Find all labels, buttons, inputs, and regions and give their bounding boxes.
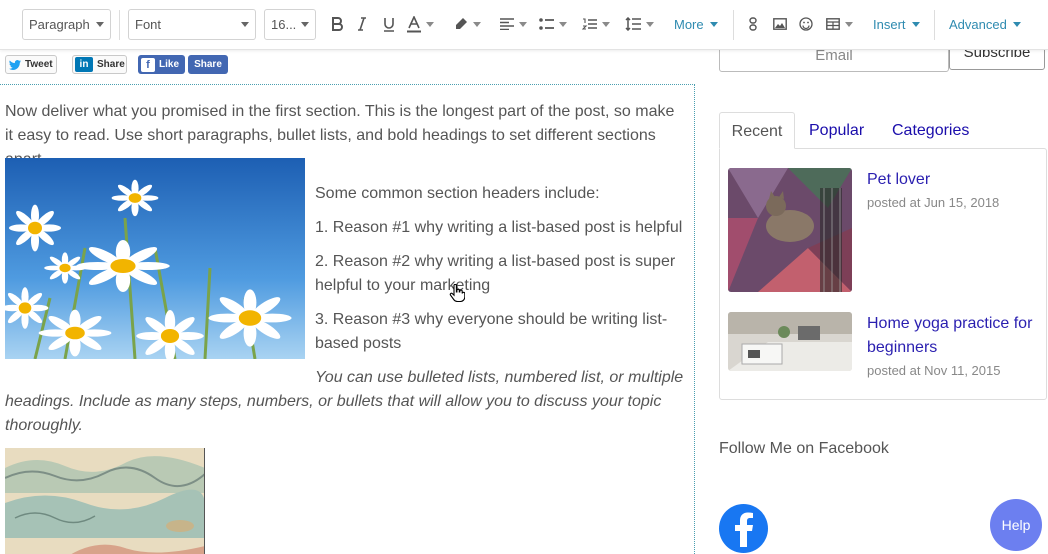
post-title-pet-lover[interactable]: Pet lover xyxy=(867,168,930,192)
chevron-down-icon xyxy=(911,21,920,27)
daisy-image[interactable] xyxy=(5,158,305,359)
chevron-down-icon xyxy=(845,21,853,27)
toolbar-divider xyxy=(733,10,734,40)
advanced-menu-button[interactable]: Advanced xyxy=(949,12,1021,36)
illustration-image[interactable] xyxy=(5,448,205,554)
chevron-down-icon xyxy=(473,21,481,27)
emoji-button[interactable] xyxy=(799,12,813,36)
hand-cursor-icon xyxy=(449,283,466,307)
italic-button[interactable] xyxy=(357,12,367,36)
line-height-icon xyxy=(625,17,641,31)
image-button[interactable] xyxy=(773,12,787,36)
font-size-select[interactable]: 16... xyxy=(264,9,316,40)
numbered-list-button[interactable] xyxy=(582,12,610,36)
toolbar-divider xyxy=(934,10,935,40)
facebook-like-label: Like xyxy=(159,59,180,70)
more-label: More xyxy=(674,16,704,32)
more-menu-button[interactable]: More xyxy=(674,12,718,36)
align-button[interactable] xyxy=(500,12,527,36)
post-thumbnail-pet-lover[interactable] xyxy=(728,168,852,292)
toolbar-divider xyxy=(119,10,120,40)
chevron-down-icon xyxy=(301,22,309,27)
insert-label: Insert xyxy=(873,16,906,32)
paragraph-select[interactable]: Paragraph xyxy=(22,9,111,40)
reason-1-item[interactable]: 1. Reason #1 why writing a list-based po… xyxy=(315,216,682,240)
reason-3-item[interactable]: 3. Reason #3 why everyone should be writ… xyxy=(315,308,685,356)
editor-toolbar: Paragraph Font 16... More Insert Advance… xyxy=(0,0,1048,50)
font-size-label: 16... xyxy=(271,17,297,32)
paragraph-select-label: Paragraph xyxy=(29,17,90,32)
tab-categories[interactable]: Categories xyxy=(892,112,969,149)
facebook-icon[interactable] xyxy=(719,504,768,553)
bold-icon xyxy=(332,17,343,31)
section-headers-intro[interactable]: Some common section headers include: xyxy=(315,182,600,206)
table-icon xyxy=(826,18,840,30)
chevron-down-icon xyxy=(646,21,654,27)
post-date: posted at Nov 11, 2015 xyxy=(867,363,1001,378)
italic-icon xyxy=(358,17,366,31)
underline-icon xyxy=(384,17,394,32)
bullet-list-button[interactable] xyxy=(539,12,567,36)
reason-2-item[interactable]: 2. Reason #2 why writing a list-based po… xyxy=(315,250,685,298)
chevron-down-icon xyxy=(1012,21,1021,27)
post-thumbnail-yoga[interactable] xyxy=(728,312,852,371)
advanced-label: Advanced xyxy=(949,16,1007,32)
facebook-icon: f xyxy=(141,57,155,72)
linkedin-share-button[interactable]: in Share xyxy=(72,55,127,74)
bullet-list-icon xyxy=(539,18,554,30)
bold-button[interactable] xyxy=(331,12,343,36)
follow-facebook-heading: Follow Me on Facebook xyxy=(719,440,889,457)
highlight-button[interactable] xyxy=(454,12,481,36)
chevron-down-icon xyxy=(426,21,434,27)
table-button[interactable] xyxy=(826,12,853,36)
linkedin-share-label: Share xyxy=(97,59,125,70)
text-color-icon xyxy=(407,15,421,32)
chevron-down-icon xyxy=(96,22,104,27)
image-icon xyxy=(773,18,787,30)
post-title-yoga[interactable]: Home yoga practice for beginners xyxy=(867,312,1045,360)
chevron-down-icon xyxy=(709,21,718,27)
insert-menu-button[interactable]: Insert xyxy=(873,12,920,36)
align-left-icon xyxy=(500,18,514,30)
highlighter-icon xyxy=(456,18,467,29)
line-height-button[interactable] xyxy=(625,12,654,36)
underline-button[interactable] xyxy=(383,12,395,36)
link-icon xyxy=(749,17,757,31)
numbered-list-icon xyxy=(582,18,597,30)
tweet-label: Tweet xyxy=(25,59,53,70)
emoji-icon xyxy=(799,17,813,31)
linkedin-icon: in xyxy=(75,57,93,72)
chevron-down-icon xyxy=(241,22,249,27)
tweet-button[interactable]: Tweet xyxy=(5,55,57,74)
link-button[interactable] xyxy=(749,12,757,36)
tab-recent[interactable]: Recent xyxy=(719,112,795,149)
text-color-button[interactable] xyxy=(407,12,434,36)
font-select[interactable]: Font xyxy=(128,9,256,40)
chevron-down-icon xyxy=(559,21,567,27)
tab-popular[interactable]: Popular xyxy=(809,112,864,149)
chevron-down-icon xyxy=(602,21,610,27)
facebook-like-button[interactable]: f Like xyxy=(138,55,185,74)
post-date: posted at Jun 15, 2018 xyxy=(867,195,1000,210)
facebook-share-label: Share xyxy=(194,59,222,70)
chevron-down-icon xyxy=(519,21,527,27)
twitter-icon xyxy=(9,59,21,70)
italic-note-paragraph[interactable]: You can use bulleted lists, numbered lis… xyxy=(5,366,690,438)
help-button[interactable]: Help xyxy=(990,499,1042,551)
font-select-label: Font xyxy=(135,17,162,32)
facebook-share-button[interactable]: Share xyxy=(188,55,228,74)
